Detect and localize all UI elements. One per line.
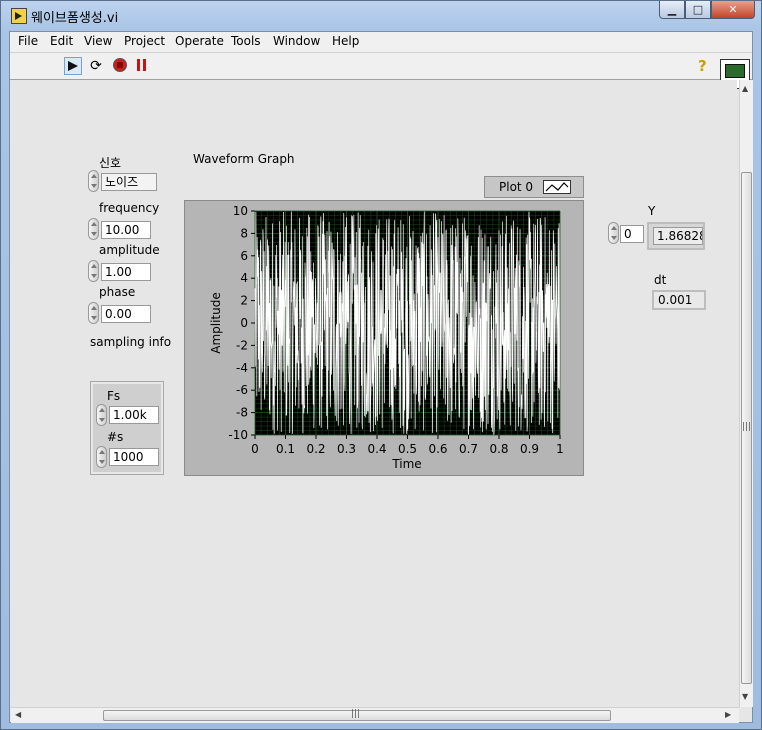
window-title: 웨이브폼생성.vi (31, 11, 119, 26)
dt-label: dt (654, 273, 667, 287)
frequency-label: frequency (99, 201, 160, 215)
y-tick-label: -2 (236, 338, 248, 352)
horizontal-grip-icon: ||| (351, 709, 361, 719)
x-tick-label: 0.4 (367, 442, 386, 456)
phase-increment-icon[interactable] (88, 302, 99, 324)
sampling-info-cluster: Fs 1.00k #s 1000 (90, 381, 164, 475)
y-tick-label: 4 (240, 271, 248, 285)
menu-file[interactable]: File (18, 34, 38, 48)
vertical-grip-icon: ||| (742, 422, 752, 432)
menu-edit[interactable]: Edit (50, 34, 73, 48)
y-tick-label: 6 (240, 249, 248, 263)
y-axis-title: Amplitude (209, 292, 223, 354)
signal-increment-icon[interactable] (88, 170, 99, 192)
signal-enum[interactable]: 노이즈 (101, 173, 157, 191)
y-indicator-label: Y (648, 204, 656, 218)
vertical-scrollbar[interactable]: ▲ ||| ▼ (739, 80, 753, 707)
title-bar[interactable]: 웨이브폼생성.vi ▁ □ ✕ (1, 1, 761, 31)
waveform-graph-label: Waveform Graph (193, 152, 295, 166)
y-tick-label: -6 (236, 383, 248, 397)
labview-vi-icon (11, 8, 27, 24)
scroll-down-icon[interactable]: ▼ (742, 692, 748, 701)
y-axis-ticks: 10 8 6 4 2 0 -2 -4 -6 -8 -10 (228, 204, 255, 442)
y-tick-label: 10 (233, 204, 248, 218)
x-axis-title: Time (391, 457, 421, 471)
legend-line-swatch-icon (543, 180, 571, 194)
menu-bar: File Edit View Project Operate Tools Win… (10, 32, 752, 53)
abort-execution-icon[interactable] (113, 58, 127, 72)
waveform-plot-svg: 10 8 6 4 2 0 -2 -4 -6 -8 -10 0 0.1 0.2 0.3 0.4 0.5 0.6 0.… (209, 204, 564, 471)
phase-input[interactable]: 0.00 (101, 305, 151, 323)
menu-operate[interactable]: Operate (175, 34, 224, 48)
menu-window[interactable]: Window (273, 34, 320, 48)
scroll-up-icon[interactable]: ▲ (742, 84, 748, 93)
run-continuously-icon[interactable]: ⟳ (88, 58, 104, 74)
plot-legend[interactable]: Plot 0 (484, 176, 584, 198)
minimize-button[interactable]: ▁ (659, 1, 685, 19)
x-tick-label: 0.6 (428, 442, 447, 456)
signal-label: 신호 (99, 156, 122, 170)
toolbar: ⟳ ? 7 (10, 53, 752, 89)
x-tick-label: 0.3 (337, 442, 356, 456)
array-index-increment-icon[interactable] (608, 222, 619, 244)
sampling-info-label: sampling info (90, 335, 172, 349)
ns-label: #s (107, 430, 124, 444)
front-panel: 신호 노이즈 frequency 10.00 amplitude 1.00 ph… (11, 80, 737, 707)
frequency-increment-icon[interactable] (88, 218, 99, 240)
y-tick-label: 0 (240, 316, 248, 330)
labview-window: 웨이브폼생성.vi ▁ □ ✕ File Edit View Project O… (0, 0, 762, 730)
y-tick-label: 2 (240, 294, 248, 308)
maximize-button[interactable]: □ (685, 1, 711, 19)
legend-plot-name: Plot 0 (499, 180, 534, 194)
run-arrow-icon[interactable] (64, 57, 82, 75)
amplitude-input[interactable]: 1.00 (101, 263, 151, 281)
x-tick-label: 0.1 (276, 442, 295, 456)
front-panel-client: File Edit View Project Operate Tools Win… (9, 31, 753, 723)
y-value: 1.86828 (653, 227, 703, 245)
ns-input[interactable]: 1000 (109, 448, 159, 466)
fs-input[interactable]: 1.00k (109, 406, 159, 424)
frequency-input[interactable]: 10.00 (101, 221, 151, 239)
menu-tools[interactable]: Tools (231, 34, 261, 48)
fs-label: Fs (107, 389, 121, 403)
vi-icon-screen (725, 64, 745, 78)
pause-icon[interactable] (137, 59, 147, 71)
x-tick-label: 0.8 (489, 442, 508, 456)
x-axis-ticks: 0 0.1 0.2 0.3 0.4 0.5 0.6 0.7 0.8 0.9 1 (251, 435, 564, 456)
x-tick-label: 0.9 (520, 442, 539, 456)
menu-help[interactable]: Help (332, 34, 359, 48)
scroll-left-icon[interactable]: ◀ (15, 710, 21, 719)
y-tick-label: -10 (228, 428, 248, 442)
array-index-input[interactable]: 0 (620, 225, 644, 243)
menu-view[interactable]: View (84, 34, 112, 48)
close-button[interactable]: ✕ (711, 1, 755, 19)
waveform-graph[interactable]: 10 8 6 4 2 0 -2 -4 -6 -8 -10 0 0.1 0.2 0.3 0.4 0.5 0.6 0.… (184, 200, 584, 476)
x-tick-label: 1 (556, 442, 564, 456)
scroll-right-icon[interactable]: ▶ (725, 710, 731, 719)
y-tick-label: -4 (236, 361, 248, 375)
menu-project[interactable]: Project (124, 34, 165, 48)
dt-indicator: 0.001 (652, 290, 706, 310)
amplitude-label: amplitude (99, 243, 160, 257)
x-tick-label: 0.5 (398, 442, 417, 456)
x-tick-label: 0.2 (306, 442, 325, 456)
y-tick-label: 8 (240, 226, 248, 240)
y-tick-label: -8 (236, 406, 248, 420)
window-controls: ▁ □ ✕ (659, 1, 755, 19)
amplitude-increment-icon[interactable] (88, 260, 99, 282)
y-array-indicator: 1.86828 (647, 222, 705, 250)
x-tick-label: 0.7 (459, 442, 478, 456)
ns-increment-icon[interactable] (96, 446, 107, 468)
phase-label: phase (99, 285, 136, 299)
context-help-icon[interactable]: ? (698, 57, 707, 75)
fs-increment-icon[interactable] (96, 404, 107, 426)
x-tick-label: 0 (251, 442, 259, 456)
horizontal-scrollbar[interactable]: ◀ ||| ▶ (11, 707, 739, 723)
